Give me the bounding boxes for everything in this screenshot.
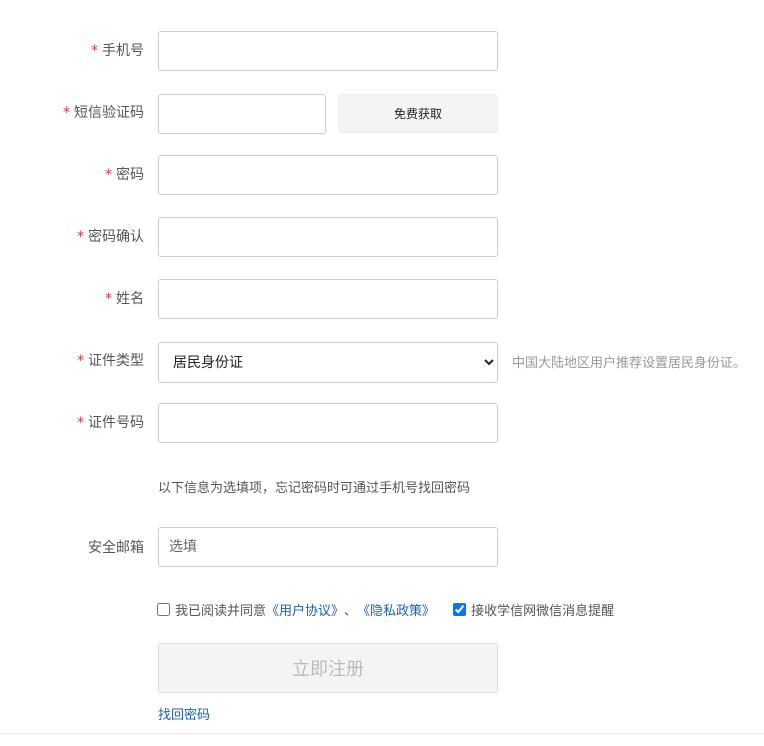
register-button[interactable]: 立即注册 (158, 643, 498, 693)
agree-checkbox[interactable] (157, 603, 170, 616)
divider (0, 733, 764, 734)
name-input[interactable] (158, 279, 498, 319)
label-id-number: * 证件号码 (77, 415, 144, 431)
label-phone: * 手机号 (91, 43, 144, 59)
label-password-confirm: * 密码确认 (77, 229, 144, 245)
label-password: * 密码 (105, 167, 144, 183)
id-type-select[interactable]: 居民身份证 (158, 342, 498, 383)
phone-input[interactable] (158, 31, 498, 71)
privacy-policy-link[interactable]: 《隐私政策》 (357, 600, 435, 619)
label-sms-code: * 短信验证码 (63, 105, 144, 121)
password-confirm-input[interactable] (158, 217, 498, 257)
id-number-input[interactable] (158, 403, 498, 443)
password-input[interactable] (158, 155, 498, 195)
get-sms-code-button[interactable]: 免费获取 (338, 94, 498, 133)
sms-code-input[interactable] (158, 94, 326, 134)
find-password-link[interactable]: 找回密码 (158, 704, 210, 723)
wechat-reminder-checkbox[interactable] (453, 603, 467, 616)
id-type-hint: 中国大陆地区用户推荐设置居民身份证。 (512, 356, 747, 371)
user-agreement-link[interactable]: 《用户协议》 (266, 600, 344, 619)
label-id-type: * 证件类型 (77, 353, 144, 369)
optional-info-text: 以下信息为选填项，忘记密码时可通过手机号找回密码 (158, 481, 471, 496)
label-email: 安全邮箱 (88, 540, 144, 556)
agreement-row: 我已阅读并同意 《用户协议》 、 《隐私政策》 接收学信网微信消息提醒 (157, 600, 614, 619)
email-input[interactable] (158, 527, 498, 567)
label-name: * 姓名 (105, 291, 144, 307)
